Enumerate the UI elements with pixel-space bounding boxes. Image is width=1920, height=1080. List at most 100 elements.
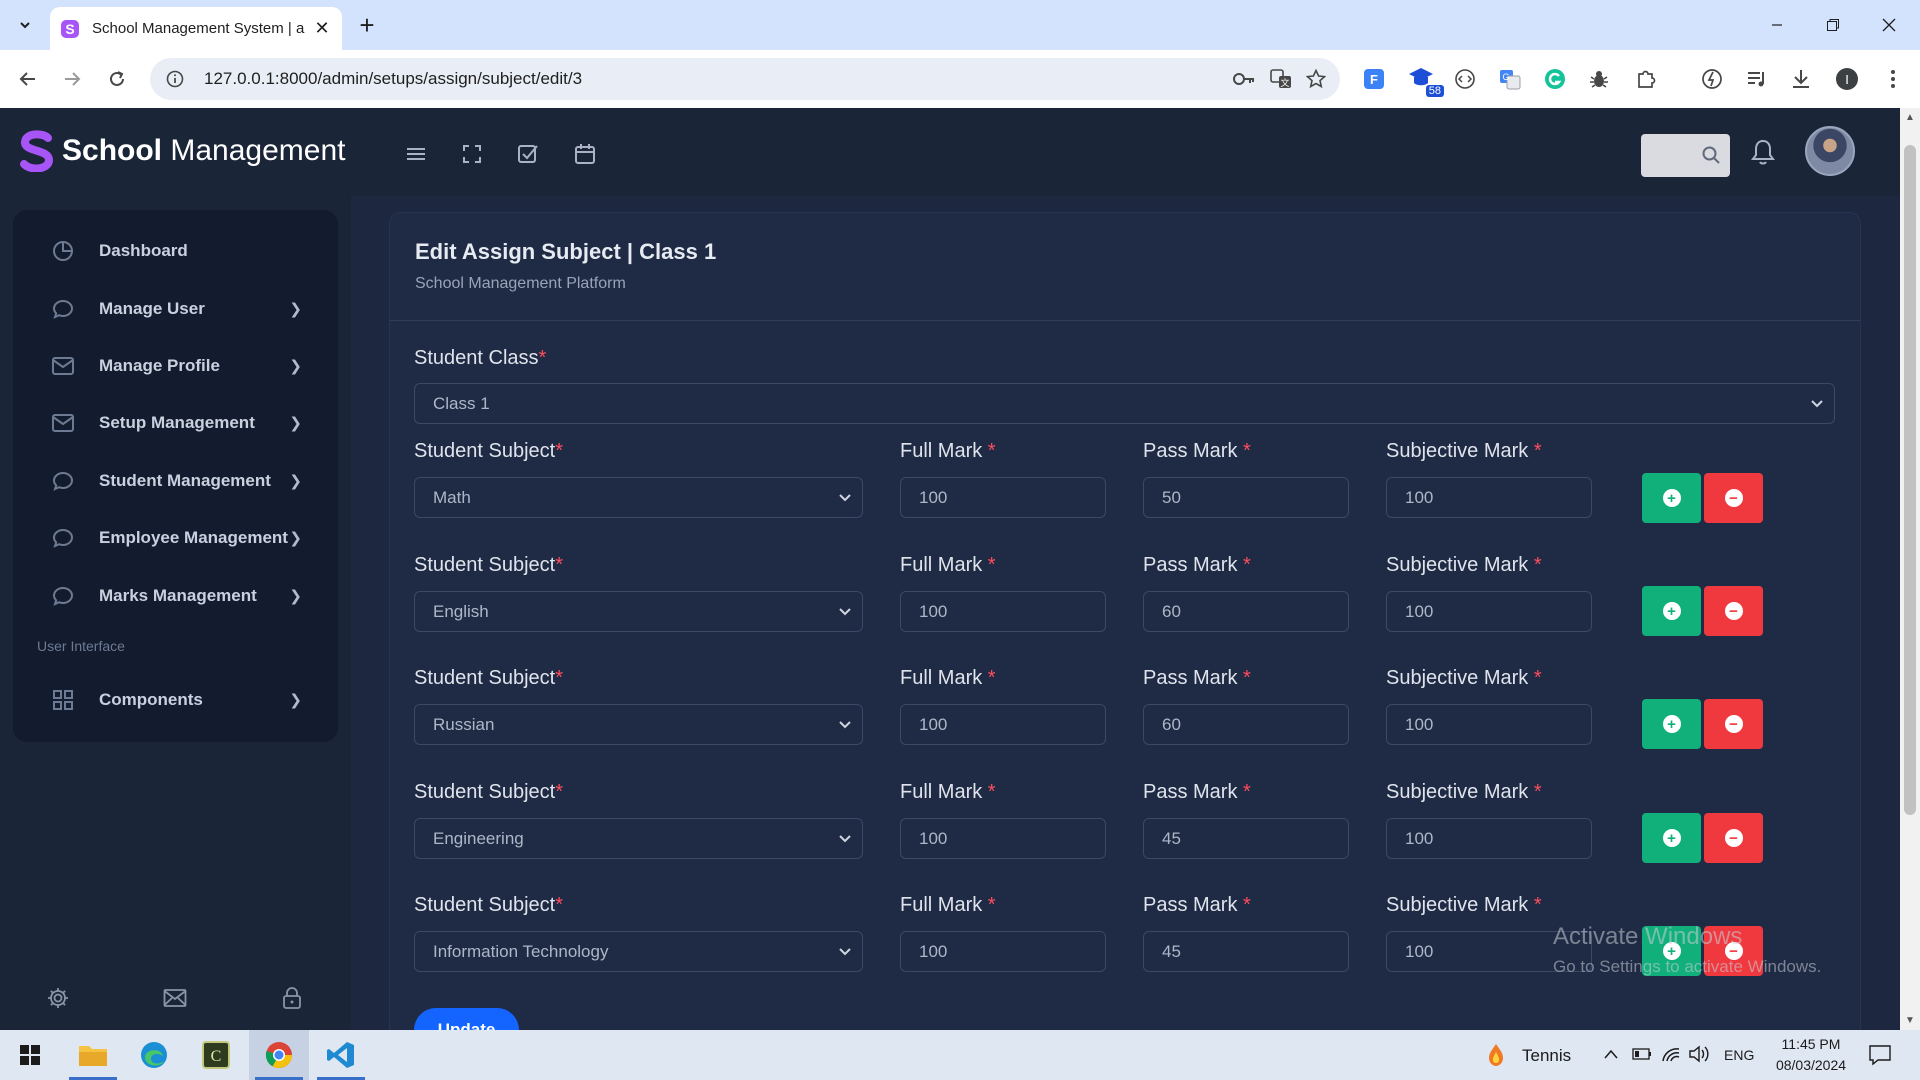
restore-button[interactable]: [1810, 10, 1856, 40]
subjective-mark-input[interactable]: 100: [1386, 477, 1592, 518]
start-button[interactable]: [0, 1030, 60, 1080]
taskbar-file-explorer[interactable]: [63, 1030, 123, 1080]
full-mark-input[interactable]: 100: [900, 931, 1106, 972]
pass-mark-value: 45: [1162, 828, 1181, 848]
weather-label[interactable]: Tennis: [1522, 1046, 1571, 1066]
student-subject-select[interactable]: Russian: [414, 704, 863, 745]
remove-row-button[interactable]: −: [1704, 813, 1763, 863]
brand[interactable]: School Management: [18, 130, 345, 172]
performance-button[interactable]: [1696, 63, 1728, 95]
bookmark-star-icon[interactable]: [1306, 69, 1326, 89]
password-key-icon[interactable]: [1232, 70, 1256, 88]
language-indicator[interactable]: ENG: [1724, 1047, 1754, 1063]
close-window-button[interactable]: [1866, 10, 1912, 40]
add-row-button[interactable]: +: [1642, 699, 1701, 749]
weather-icon[interactable]: [1485, 1042, 1507, 1068]
volume-icon[interactable]: [1688, 1045, 1710, 1063]
tab-close-icon[interactable]: ✕: [312, 18, 332, 39]
pass-mark-input[interactable]: 60: [1143, 591, 1349, 632]
tasks-button[interactable]: [513, 139, 543, 169]
taskbar-chrome[interactable]: [249, 1030, 309, 1080]
remove-row-button[interactable]: −: [1704, 473, 1763, 523]
new-tab-button[interactable]: +: [352, 10, 382, 40]
pass-mark-input[interactable]: 45: [1143, 818, 1349, 859]
sidebar-item-manage-profile[interactable]: Manage Profile ❯: [13, 344, 338, 388]
sidebar-item-dashboard[interactable]: Dashboard: [13, 229, 338, 273]
taskbar-edge[interactable]: [124, 1030, 184, 1080]
student-subject-select[interactable]: Math: [414, 477, 863, 518]
add-row-button[interactable]: +: [1642, 586, 1701, 636]
site-info-icon[interactable]: [166, 70, 184, 88]
extension-translate-button[interactable]: G: [1494, 63, 1526, 95]
user-avatar[interactable]: [1805, 126, 1855, 176]
full-mark-input[interactable]: 100: [900, 477, 1106, 518]
tab-search-button[interactable]: [10, 10, 40, 40]
media-controls-button[interactable]: [1741, 63, 1773, 95]
notification-center-icon[interactable]: [1868, 1044, 1892, 1066]
notification-bell-icon[interactable]: [1750, 138, 1776, 166]
sidebar-item-employee-management[interactable]: Employee Management ❯: [13, 516, 338, 560]
sidebar-item-manage-user[interactable]: Manage User ❯: [13, 287, 338, 331]
lock-icon: [283, 987, 301, 1009]
pass-mark-input[interactable]: 60: [1143, 704, 1349, 745]
student-class-select[interactable]: Class 1: [414, 383, 1835, 424]
profile-button[interactable]: I: [1831, 63, 1863, 95]
extensions-menu-button[interactable]: [1630, 63, 1662, 95]
student-subject-select[interactable]: Engineering: [414, 818, 863, 859]
extension-bug-button[interactable]: [1583, 63, 1615, 95]
scroll-down-arrow-icon[interactable]: ▼: [1905, 1015, 1915, 1026]
reload-button[interactable]: [101, 63, 133, 95]
calendar-button[interactable]: [570, 139, 600, 169]
page-scrollbar[interactable]: ▲ ▼: [1900, 108, 1920, 1030]
scroll-up-arrow-icon[interactable]: ▲: [1905, 112, 1915, 123]
sidebar-item-components[interactable]: Components ❯: [13, 678, 338, 722]
subjective-mark-input[interactable]: 100: [1386, 591, 1592, 632]
extension-code-button[interactable]: [1449, 63, 1481, 95]
fullscreen-button[interactable]: [457, 139, 487, 169]
header-search-input[interactable]: [1641, 134, 1730, 177]
grid-icon: [50, 687, 76, 713]
minimize-button[interactable]: [1754, 10, 1800, 40]
student-subject-select[interactable]: Information Technology: [414, 931, 863, 972]
taskbar-vscode[interactable]: [311, 1030, 371, 1080]
back-button[interactable]: [12, 63, 44, 95]
scrollbar-thumb[interactable]: [1904, 145, 1916, 815]
address-bar[interactable]: 127.0.0.1:8000/admin/setups/assign/subje…: [150, 58, 1340, 100]
add-row-button[interactable]: +: [1642, 813, 1701, 863]
tray-chevron-up-icon[interactable]: [1603, 1048, 1619, 1060]
subjective-mark-input[interactable]: 100: [1386, 704, 1592, 745]
extension-grammarly-button[interactable]: [1539, 63, 1571, 95]
settings-button[interactable]: [43, 983, 73, 1013]
browser-tab[interactable]: S School Management System | a ✕: [50, 7, 342, 50]
battery-icon[interactable]: [1632, 1047, 1652, 1061]
add-row-button[interactable]: +: [1642, 473, 1701, 523]
translate-icon[interactable]: 文: [1270, 68, 1292, 90]
menu-toggle-button[interactable]: [401, 139, 431, 169]
taskbar-app-c[interactable]: C: [186, 1030, 246, 1080]
pass-mark-input[interactable]: 45: [1143, 931, 1349, 972]
clock-time[interactable]: 11:45 PM: [1777, 1036, 1845, 1052]
remove-row-button[interactable]: −: [1704, 699, 1763, 749]
remove-row-button[interactable]: −: [1704, 586, 1763, 636]
full-mark-input[interactable]: 100: [900, 591, 1106, 632]
pass-mark-input[interactable]: 50: [1143, 477, 1349, 518]
subjective-mark-input[interactable]: 100: [1386, 818, 1592, 859]
browser-menu-button[interactable]: [1877, 63, 1909, 95]
extension-f-button[interactable]: F: [1358, 63, 1390, 95]
lock-button[interactable]: [277, 983, 307, 1013]
search-icon[interactable]: [1702, 146, 1720, 164]
full-mark-input[interactable]: 100: [900, 818, 1106, 859]
extension-badge-button[interactable]: 58: [1406, 63, 1444, 97]
forward-button[interactable]: [56, 63, 88, 95]
sidebar-item-student-management[interactable]: Student Management ❯: [13, 459, 338, 503]
chevron-right-icon: ❯: [289, 415, 302, 432]
wifi-icon[interactable]: [1661, 1045, 1681, 1063]
downloads-button[interactable]: [1785, 63, 1817, 95]
full-mark-input[interactable]: 100: [900, 704, 1106, 745]
brand-title-rest: Management: [162, 134, 346, 167]
messages-button[interactable]: [160, 983, 190, 1013]
clock-date[interactable]: 08/03/2024: [1767, 1057, 1855, 1073]
sidebar-item-setup-management[interactable]: Setup Management ❯: [13, 401, 338, 445]
student-subject-select[interactable]: English: [414, 591, 863, 632]
sidebar-item-marks-management[interactable]: Marks Management ❯: [13, 574, 338, 618]
